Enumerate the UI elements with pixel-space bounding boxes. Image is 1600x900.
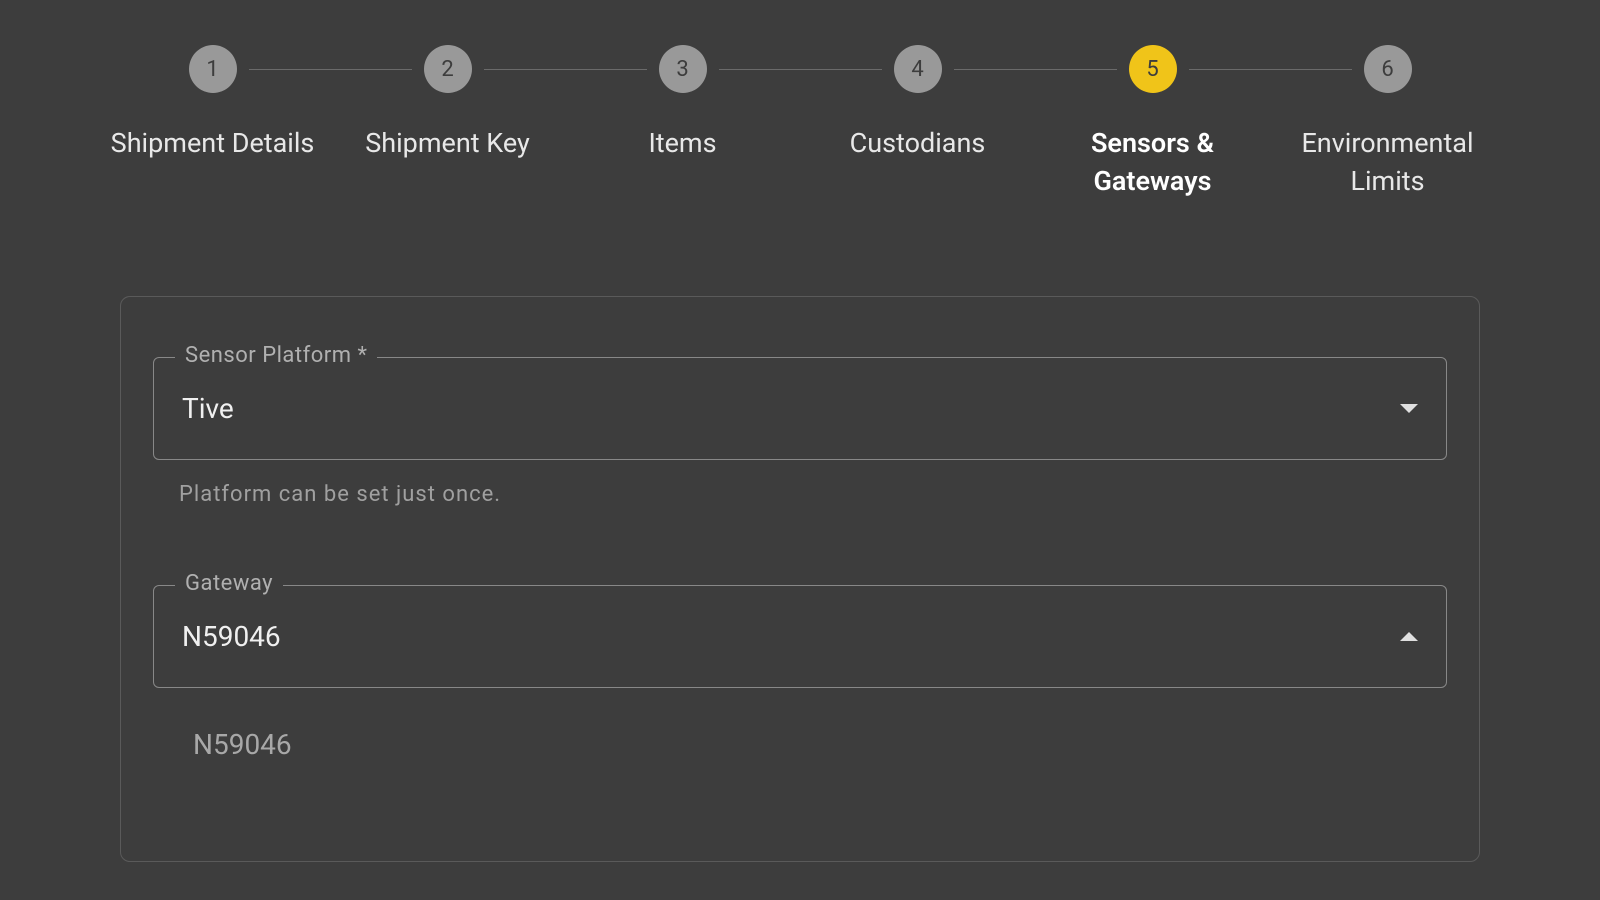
step-connector bbox=[719, 69, 882, 70]
step-label: Sensors & Gateways bbox=[1043, 125, 1263, 201]
gateway-select[interactable]: N59046 bbox=[153, 585, 1447, 688]
sensor-platform-field: Sensor Platform * Tive Platform can be s… bbox=[153, 357, 1447, 507]
gateway-option[interactable]: N59046 bbox=[193, 718, 1407, 771]
stepper: 1 Shipment Details 2 Shipment Key 3 Item… bbox=[20, 0, 1580, 201]
sensors-gateways-form-panel: Sensor Platform * Tive Platform can be s… bbox=[120, 296, 1480, 862]
step-number: 5 bbox=[1129, 45, 1177, 93]
step-shipment-details[interactable]: 1 Shipment Details bbox=[95, 45, 330, 163]
sensor-platform-label: Sensor Platform * bbox=[175, 343, 377, 368]
sensor-platform-select[interactable]: Tive bbox=[153, 357, 1447, 460]
step-shipment-key[interactable]: 2 Shipment Key bbox=[330, 45, 565, 163]
step-connector bbox=[1189, 69, 1352, 70]
gateway-field: Gateway N59046 N59046 bbox=[153, 585, 1447, 793]
step-connector bbox=[954, 69, 1117, 70]
chevron-down-icon bbox=[1400, 404, 1418, 413]
gateway-label: Gateway bbox=[175, 571, 283, 596]
sensor-platform-value: Tive bbox=[182, 392, 234, 425]
step-connector bbox=[249, 69, 412, 70]
step-number: 3 bbox=[659, 45, 707, 93]
chevron-up-icon bbox=[1400, 632, 1418, 641]
step-label: Environmental Limits bbox=[1278, 125, 1498, 201]
step-number: 4 bbox=[894, 45, 942, 93]
step-connector bbox=[484, 69, 647, 70]
step-custodians[interactable]: 4 Custodians bbox=[800, 45, 1035, 163]
step-number: 1 bbox=[189, 45, 237, 93]
step-label: Shipment Details bbox=[111, 125, 315, 163]
step-number: 6 bbox=[1364, 45, 1412, 93]
step-label: Shipment Key bbox=[365, 125, 530, 163]
step-label: Custodians bbox=[850, 125, 986, 163]
gateway-dropdown-list: N59046 bbox=[153, 696, 1447, 793]
step-items[interactable]: 3 Items bbox=[565, 45, 800, 163]
sensor-platform-helper: Platform can be set just once. bbox=[179, 482, 1447, 507]
step-label: Items bbox=[648, 125, 716, 163]
gateway-value: N59046 bbox=[182, 620, 281, 653]
step-number: 2 bbox=[424, 45, 472, 93]
